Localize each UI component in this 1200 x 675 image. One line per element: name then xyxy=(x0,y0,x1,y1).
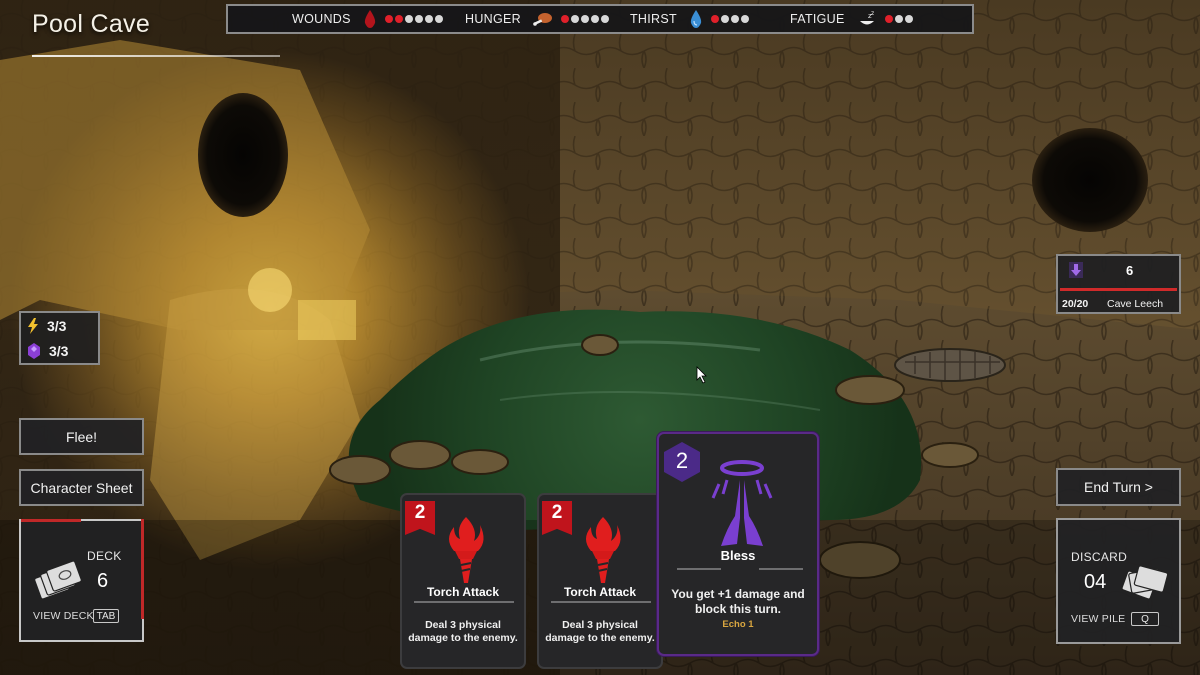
water-drop-icon xyxy=(690,10,702,28)
card-divider-right xyxy=(759,568,803,570)
energy-row: 3/3 xyxy=(27,315,66,337)
view-pile-label: VIEW PILE xyxy=(1071,613,1126,625)
fatigue-stat: FATIGUE zz xyxy=(790,6,913,32)
status-dot-empty xyxy=(730,15,739,23)
status-dot-filled xyxy=(710,15,719,23)
enemy-intent-value: 6 xyxy=(1126,263,1134,278)
status-dot-empty xyxy=(600,15,609,23)
status-dot-empty xyxy=(740,15,749,23)
wounds-stat: WOUNDS xyxy=(292,6,443,32)
q-key-hint: Q xyxy=(1131,612,1159,626)
down-arrow-icon xyxy=(1069,262,1083,278)
view-deck-label: VIEW DECK xyxy=(33,610,94,622)
card-cost: 2 xyxy=(551,502,563,523)
status-dot-empty xyxy=(720,15,729,23)
card-divider-left xyxy=(677,568,721,570)
deck-count: 6 xyxy=(97,570,109,592)
status-dot-empty xyxy=(570,15,579,23)
thirst-dots xyxy=(710,15,749,23)
torch-icon xyxy=(586,517,621,583)
discard-label: DISCARD xyxy=(1071,550,1128,564)
fatigue-label: FATIGUE xyxy=(790,12,845,26)
flee-button[interactable]: Flee! xyxy=(19,418,144,455)
status-dot-empty xyxy=(904,15,913,23)
hunger-dots xyxy=(560,15,609,23)
card-cost: 2 xyxy=(414,502,426,523)
fatigue-dots xyxy=(884,15,913,23)
status-dot-empty xyxy=(434,15,443,23)
discard-pile[interactable]: DISCARD 04 VIEW PILE Q xyxy=(1056,518,1181,644)
card-keyword: Echo 1 xyxy=(722,619,754,630)
card-divider xyxy=(414,601,514,603)
cave-leech-creature xyxy=(894,348,1006,382)
svg-text:z: z xyxy=(871,10,874,17)
enemy-hp-bar xyxy=(1060,288,1177,291)
location-title: Pool Cave xyxy=(32,10,151,38)
wounds-dots xyxy=(384,15,443,23)
status-dot-empty xyxy=(404,15,413,23)
status-dot-filled xyxy=(560,15,569,23)
hunger-stat: HUNGER xyxy=(465,6,609,32)
hunger-label: HUNGER xyxy=(465,12,521,26)
torch-icon xyxy=(449,517,484,583)
deck-pile[interactable]: DECK 6 VIEW DECK TAB xyxy=(19,519,144,642)
status-dot-filled xyxy=(394,15,403,23)
status-dot-empty xyxy=(590,15,599,23)
deck-accent xyxy=(21,519,81,522)
discard-count: 04 xyxy=(1084,571,1107,593)
resource-panel: 3/3 3/3 xyxy=(19,311,100,365)
thirst-stat: THIRST xyxy=(630,6,749,32)
hand-card-2[interactable]: 2 Torch Attack Deal 3 physical damage to… xyxy=(537,493,663,669)
lightning-icon xyxy=(28,318,38,334)
hand-card-3-highlighted[interactable]: 2 Bless You get +1 damage and block this… xyxy=(657,432,819,656)
tab-key-hint: TAB xyxy=(93,609,119,623)
status-dot-empty xyxy=(414,15,423,23)
card-name: Torch Attack xyxy=(426,585,499,599)
end-turn-button[interactable]: End Turn > xyxy=(1056,468,1181,506)
deck-accent-side xyxy=(141,519,144,619)
energy-value: 3/3 xyxy=(47,318,67,334)
status-dot-filled xyxy=(384,15,393,23)
meat-icon xyxy=(533,13,552,26)
card-stack-icon xyxy=(34,560,81,600)
card-description: Deal 3 physical damage to the enemy. xyxy=(408,619,518,644)
card-description: Deal 3 physical damage to the enemy. xyxy=(545,619,655,644)
purple-gem-icon xyxy=(28,343,40,359)
status-dot-empty xyxy=(424,15,433,23)
blood-drop-icon xyxy=(364,10,375,28)
sleep-icon: zz xyxy=(859,10,874,25)
discard-stack-icon xyxy=(1121,565,1169,600)
mana-row: 3/3 xyxy=(27,340,68,362)
title-underline xyxy=(32,55,280,57)
status-dot-empty xyxy=(580,15,589,23)
deck-label: DECK xyxy=(87,549,122,563)
card-cost: 2 xyxy=(675,448,689,473)
enemy-hp: 20/20 xyxy=(1062,298,1089,310)
status-bar: WOUNDS HUNGER THIRST FATIGUE zz xyxy=(226,4,974,34)
praying-hands-icon xyxy=(711,460,773,546)
wounds-label: WOUNDS xyxy=(292,12,351,26)
enemy-name: Cave Leech xyxy=(1107,298,1164,310)
mana-value: 3/3 xyxy=(49,343,69,359)
hand-card-1[interactable]: 2 Torch Attack Deal 3 physical damage to… xyxy=(400,493,526,669)
status-dot-filled xyxy=(884,15,893,23)
character-sheet-button[interactable]: Character Sheet xyxy=(19,469,144,506)
card-name: Bless xyxy=(720,548,756,563)
enemy-panel[interactable]: 6 20/20 Cave Leech xyxy=(1056,254,1181,314)
thirst-label: THIRST xyxy=(630,12,677,26)
status-dot-empty xyxy=(894,15,903,23)
card-divider xyxy=(551,601,651,603)
card-description: You get +1 damage and block this turn. xyxy=(671,587,805,616)
card-name: Torch Attack xyxy=(563,585,636,599)
